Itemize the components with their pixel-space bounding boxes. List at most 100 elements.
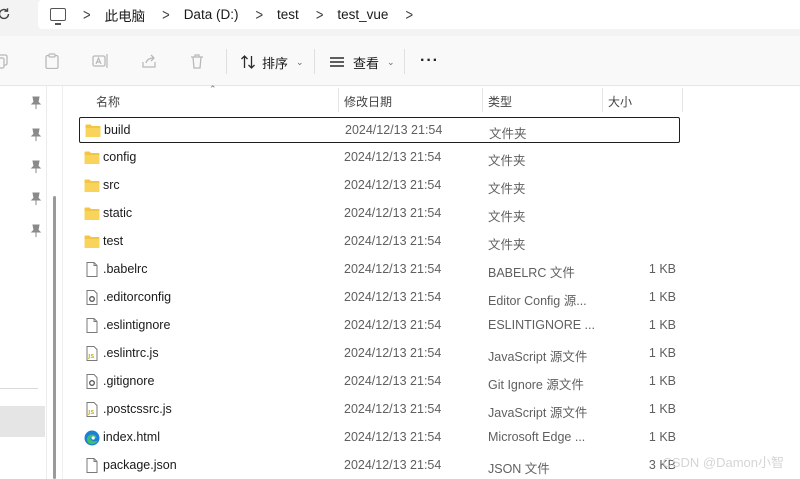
file-icon	[84, 262, 100, 277]
pin-icon[interactable]	[30, 192, 42, 206]
file-row-package-json[interactable]: package.json 2024/12/13 21:54 JSON 文件 3 KB	[79, 453, 680, 479]
column-header-size[interactable]: 大小	[608, 93, 632, 110]
breadcrumb-drive[interactable]: Data (D:)	[184, 7, 239, 22]
file-name: test	[103, 234, 124, 248]
rename-icon[interactable]	[92, 53, 108, 69]
file-row-gitignore[interactable]: .gitignore 2024/12/13 21:54 Git Ignore 源文件…	[79, 369, 680, 395]
file-name: index.html	[103, 430, 160, 444]
more-options-button[interactable]: ···	[420, 52, 439, 70]
file-row-eslintrc-js[interactable]: JS .eslintrc.js 2024/12/13 21:54 JavaScript…	[79, 341, 680, 367]
copy-icon[interactable]	[0, 53, 10, 69]
pin-icon[interactable]	[30, 96, 42, 110]
folder-icon	[84, 178, 100, 193]
file-size: 1 KB	[648, 318, 676, 332]
file-row-test[interactable]: test 2024/12/13 21:54 文件夹	[79, 229, 680, 255]
refresh-icon[interactable]	[0, 6, 16, 26]
breadcrumb-test[interactable]: test	[277, 7, 299, 22]
breadcrumb-separator[interactable]: >	[255, 6, 263, 24]
file-type: JSON 文件	[488, 462, 550, 476]
breadcrumb-this-pc[interactable]: 此电脑	[105, 5, 146, 25]
file-row-postcssrc-js[interactable]: JS .postcssrc.js 2024/12/13 21:54 JavaScrip…	[79, 397, 680, 423]
file-size: 1 KB	[648, 402, 676, 416]
file-icon	[84, 318, 100, 333]
js-file-icon: JS	[84, 346, 100, 361]
file-date-modified: 2024/12/13 21:54	[344, 346, 442, 360]
watermark-text: CSDN @Damon小智	[662, 455, 784, 470]
file-row-eslintignore[interactable]: .eslintignore 2024/12/13 21:54 ESLINTIGNOR…	[79, 313, 680, 339]
file-size: 1 KB	[648, 346, 676, 360]
svg-text:JS: JS	[87, 354, 94, 360]
file-row-src[interactable]: src 2024/12/13 21:54 文件夹	[79, 173, 680, 199]
breadcrumb-separator[interactable]: >	[316, 6, 324, 24]
file-name: package.json	[103, 458, 177, 472]
toolbar-divider	[314, 49, 315, 74]
file-type: JavaScript 源文件	[488, 406, 588, 420]
file-date-modified: 2024/12/13 21:54	[344, 318, 442, 332]
config-file-icon	[84, 290, 100, 305]
column-divider[interactable]	[338, 88, 339, 112]
view-label: 查看	[353, 55, 380, 71]
this-pc-icon[interactable]	[50, 8, 66, 25]
file-name: src	[103, 178, 120, 192]
file-date-modified: 2024/12/13 21:54	[344, 234, 442, 248]
file-name: .editorconfig	[103, 290, 172, 304]
column-header-type[interactable]: 类型	[488, 93, 512, 110]
folder-icon	[84, 150, 100, 165]
file-type: 文件夹	[488, 238, 526, 252]
paste-icon[interactable]	[44, 53, 60, 70]
file-date-modified: 2024/12/13 21:54	[344, 458, 442, 472]
file-row-build[interactable]: build 2024/12/13 21:54 文件夹	[79, 117, 680, 143]
pin-icon[interactable]	[30, 224, 42, 238]
file-row-static[interactable]: static 2024/12/13 21:54 文件夹	[79, 201, 680, 227]
file-date-modified: 2024/12/13 21:54	[344, 374, 442, 388]
breadcrumb-separator[interactable]: >	[83, 6, 91, 24]
edge-icon	[84, 430, 100, 446]
file-name: build	[104, 123, 131, 137]
column-divider[interactable]	[682, 88, 683, 112]
file-type: Microsoft Edge ...	[488, 430, 586, 444]
file-size: 1 KB	[648, 430, 676, 444]
chevron-down-icon: ⌄	[296, 56, 304, 67]
folder-icon	[84, 234, 100, 249]
delete-icon[interactable]	[189, 53, 205, 69]
file-row-editorconfig[interactable]: .editorconfig 2024/12/13 21:54 Editor Conf…	[79, 285, 680, 311]
sidebar-scrollbar[interactable]	[53, 196, 56, 479]
file-type: 文件夹	[488, 210, 526, 224]
file-name: config	[103, 150, 137, 164]
navigation-pane	[0, 86, 47, 479]
breadcrumb-separator[interactable]: >	[162, 6, 170, 24]
file-type: 文件夹	[488, 154, 526, 168]
view-icon	[329, 54, 345, 70]
sort-button[interactable]: 排序 ⌄	[240, 47, 304, 77]
file-type: 文件夹	[488, 182, 526, 196]
column-header-name[interactable]: 名称	[96, 93, 120, 110]
folder-icon	[85, 123, 101, 138]
sort-label: 排序	[262, 55, 289, 71]
file-name: static	[103, 206, 133, 220]
folder-icon	[84, 206, 100, 221]
column-header-date[interactable]: 修改日期	[344, 93, 392, 110]
column-divider[interactable]	[482, 88, 483, 112]
column-header-row: ⌃ 名称 修改日期 类型 大小	[63, 84, 800, 114]
file-row-babelrc[interactable]: .babelrc 2024/12/13 21:54 BABELRC 文件 1 KB	[79, 257, 680, 283]
file-row-index-html[interactable]: index.html 2024/12/13 21:54 Microsoft Edge…	[79, 425, 680, 451]
column-divider[interactable]	[602, 88, 603, 112]
sidebar-selected-item[interactable]	[0, 406, 45, 437]
pin-icon[interactable]	[30, 160, 42, 174]
file-type: BABELRC 文件	[488, 266, 575, 280]
file-type: 文件夹	[489, 127, 527, 141]
config-file-icon	[84, 374, 100, 389]
file-date-modified: 2024/12/13 21:54	[345, 123, 443, 137]
pin-icon[interactable]	[30, 128, 42, 142]
breadcrumb-test-vue[interactable]: test_vue	[337, 7, 388, 22]
address-bar[interactable]: > 此电脑 > Data (D:) > test > test_vue >	[38, 0, 800, 29]
file-date-modified: 2024/12/13 21:54	[344, 206, 442, 220]
file-type: ESLINTIGNORE ...	[488, 318, 595, 332]
share-icon[interactable]	[141, 53, 157, 69]
file-name: .postcssrc.js	[103, 402, 172, 416]
breadcrumb-separator[interactable]: >	[405, 6, 413, 24]
file-row-config[interactable]: config 2024/12/13 21:54 文件夹	[79, 145, 680, 171]
view-button[interactable]: 查看 ⌄	[329, 47, 395, 77]
js-file-icon: JS	[84, 402, 100, 417]
sort-ascending-icon: ⌃	[209, 84, 217, 94]
